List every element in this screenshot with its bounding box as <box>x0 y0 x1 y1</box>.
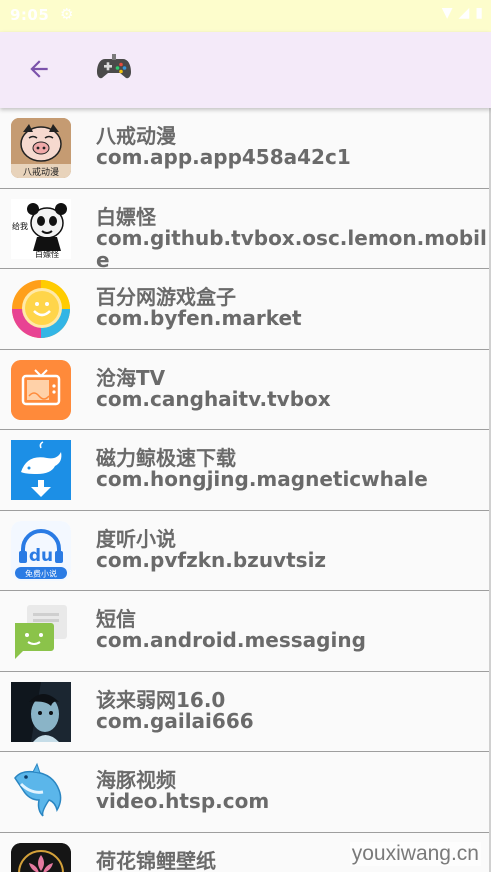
app-package: com.canghaitv.tvbox <box>96 386 331 411</box>
app-name: 荷花锦鲤壁纸 <box>96 848 216 872</box>
svg-text:白嫖怪: 白嫖怪 <box>35 249 59 259</box>
svg-text:八戒动漫: 八戒动漫 <box>23 166 59 178</box>
lotus-koi-icon <box>11 842 71 872</box>
app-package: video.htsp.com <box>96 789 270 813</box>
whale-download-icon <box>11 440 71 500</box>
du-headphones-icon: du 免费小说 <box>11 520 71 581</box>
list-item[interactable]: 八戒动漫 八戒动漫 com.app.app458a42c1 <box>0 108 491 189</box>
watermark: youxiwang.cn <box>349 842 481 866</box>
list-item[interactable]: 磁力鲸极速下载 com.hongjing.magneticwhale <box>0 430 491 511</box>
app-package: com.hongjing.magneticwhale <box>96 467 428 491</box>
svg-text:du: du <box>29 546 53 566</box>
app-package: com.pvfzkn.bzuvtsiz <box>96 547 327 572</box>
app-package: com.android.messaging <box>96 628 366 652</box>
status-time: 9:05 <box>10 6 50 24</box>
settings-icon: ⚙ <box>60 5 74 23</box>
dolphin-icon <box>11 762 71 822</box>
app-bar <box>0 32 491 108</box>
app-package: com.byfen.market <box>96 306 302 330</box>
app-package: com.github.tvbox.osc.lemon.mobile <box>96 225 487 272</box>
smiley-ring-icon <box>11 279 71 339</box>
back-button[interactable] <box>18 48 60 90</box>
list-item[interactable]: 给我 白嫖怪 白嫖怪 com.github.tvbox.osc.lemon.mo… <box>0 189 491 272</box>
list-item[interactable]: du 免费小说 度听小说 com.pvfzkn.bzuvtsiz <box>0 511 491 591</box>
svg-text:给我: 给我 <box>12 221 28 231</box>
system-icons: ▼ ◢ ▮ <box>442 5 483 21</box>
wifi-icon: ▼ <box>441 5 453 21</box>
list-item[interactable]: 百分网游戏盒子 com.byfen.market <box>0 269 491 350</box>
signal-icon: ◢ <box>458 5 470 21</box>
battery-icon: ▮ <box>475 5 483 21</box>
app-list: 八戒动漫 八戒动漫 com.app.app458a42c1 给我 白嫖怪 白嫖怪… <box>0 108 491 872</box>
tv-icon <box>11 359 71 420</box>
app-package: com.gailai666 <box>96 708 254 733</box>
list-item[interactable]: 沧海TV com.canghaitv.tvbox <box>0 350 491 430</box>
panda-meme-icon: 给我 白嫖怪 <box>11 198 71 259</box>
portrait-icon <box>11 681 71 742</box>
list-item[interactable]: 海豚视频 video.htsp.com <box>0 752 491 833</box>
messaging-icon <box>11 601 71 661</box>
list-item[interactable]: 该来弱网16.0 com.gailai666 <box>0 672 491 752</box>
svg-text:免费小说: 免费小说 <box>25 568 57 578</box>
arrow-back-icon <box>30 60 48 78</box>
status-bar: 9:05 ⚙ ▼ ◢ ▮ <box>0 0 491 32</box>
pig-cartoon-icon: 八戒动漫 <box>11 118 71 178</box>
gamepad-icon <box>96 52 136 88</box>
list-item[interactable]: 短信 com.android.messaging <box>0 591 491 672</box>
app-package: com.app.app458a42c1 <box>96 145 351 169</box>
